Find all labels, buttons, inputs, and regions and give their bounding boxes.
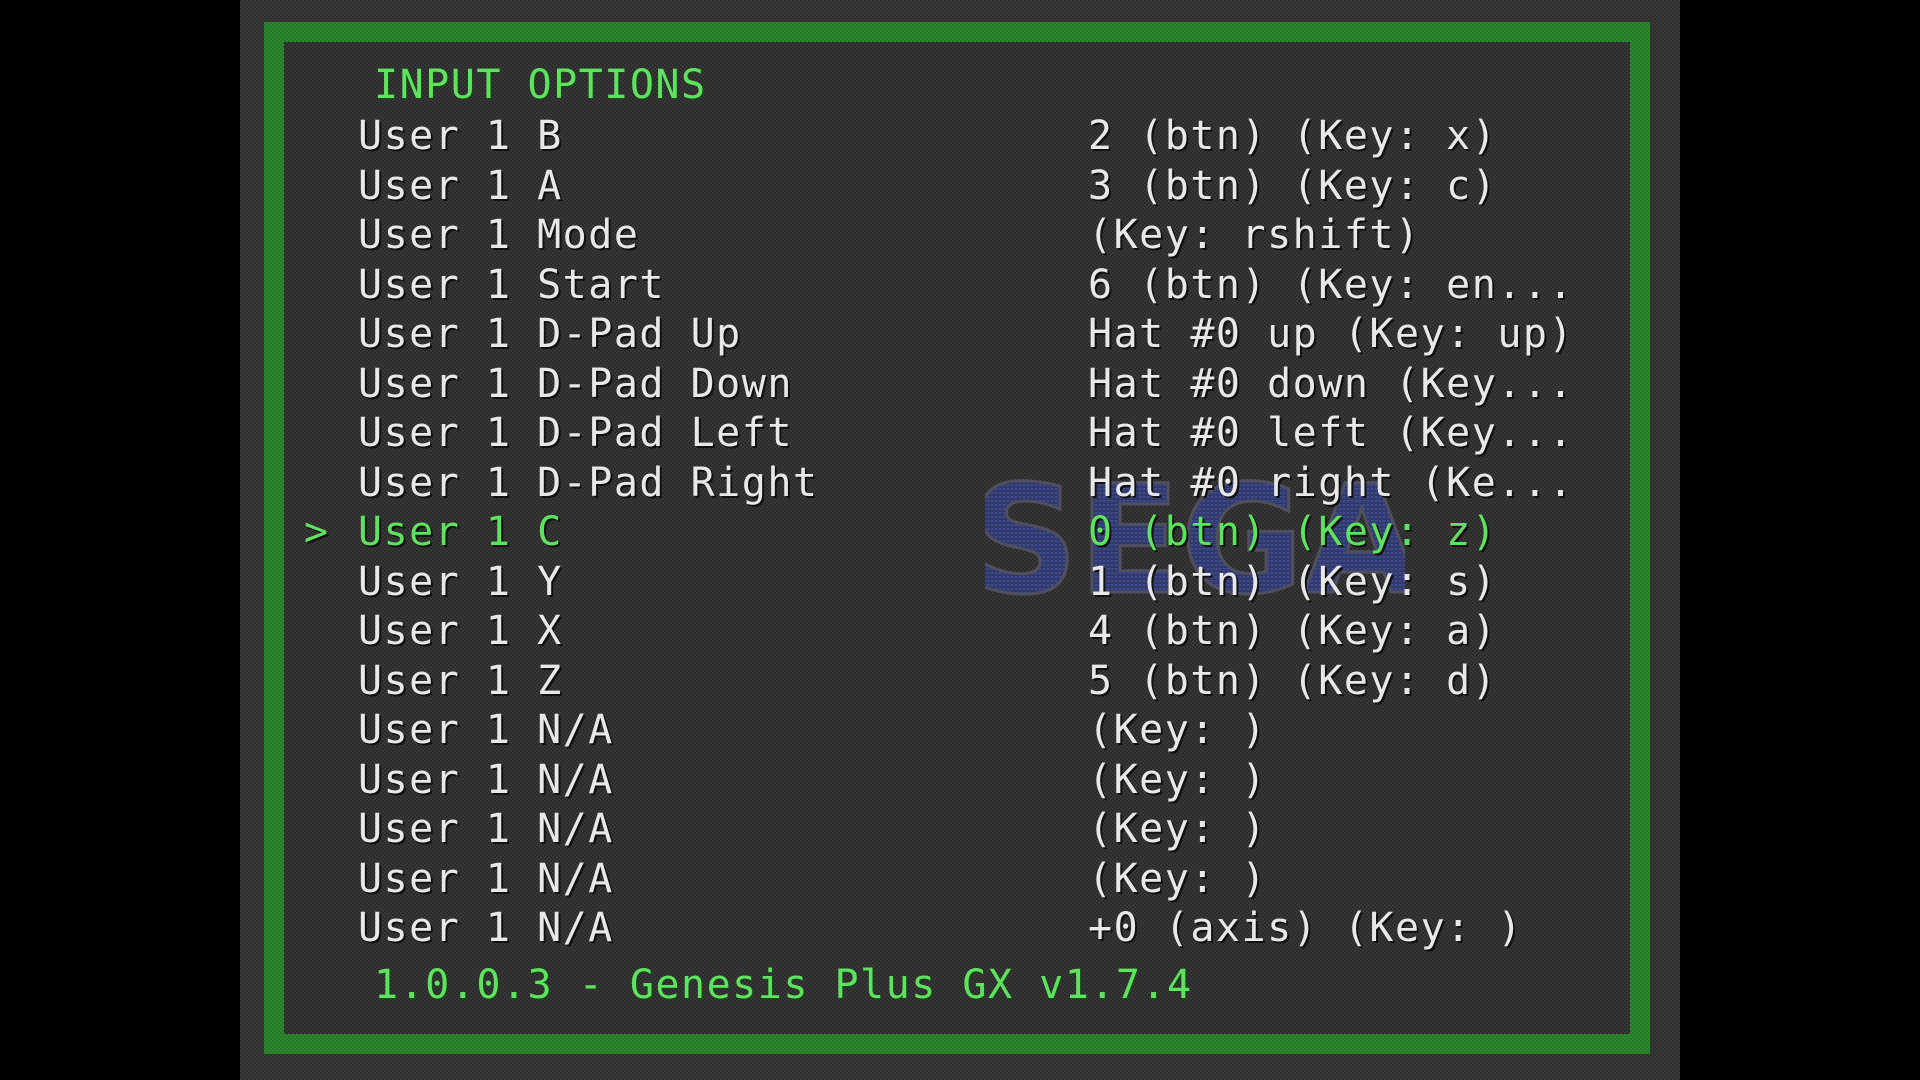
menu-row[interactable]: User 1 D-Pad Up Hat #0 up (Key: up) bbox=[0, 310, 1680, 360]
menu-row[interactable]: User 1 D-Pad Left Hat #0 left (Key... bbox=[0, 409, 1680, 459]
menu-row[interactable]: User 1 A 3 (btn) (Key: c) bbox=[0, 162, 1680, 212]
binding-label: User 1 X bbox=[358, 608, 563, 654]
version-footer: 1.0.0.3 - Genesis Plus GX v1.7.4 bbox=[374, 962, 1193, 1008]
binding-label: User 1 D-Pad Left bbox=[358, 410, 793, 456]
binding-value: +0 (axis) (Key: ) bbox=[1088, 905, 1523, 951]
menu-row[interactable]: User 1 D-Pad Down Hat #0 down (Key... bbox=[0, 360, 1680, 410]
binding-value: 5 (btn) (Key: d) bbox=[1088, 657, 1498, 704]
binding-value: (Key: rshift) bbox=[1088, 212, 1421, 258]
binding-label: User 1 D-Pad Up bbox=[358, 311, 742, 357]
menu-row[interactable]: User 1 X 4 (btn) (Key: a) bbox=[0, 607, 1680, 657]
binding-value: 3 (btn) (Key: c) bbox=[1088, 162, 1498, 209]
binding-value: 6 (btn) (Key: en... bbox=[1088, 261, 1575, 308]
binding-value: Hat #0 up (Key: up) bbox=[1088, 311, 1575, 357]
binding-label: User 1 N/A bbox=[358, 756, 614, 803]
menu-row[interactable]: User 1 N/A (Key: ) bbox=[0, 756, 1680, 806]
binding-label: User 1 N/A bbox=[358, 707, 614, 753]
binding-value: 1 (btn) (Key: s) bbox=[1088, 558, 1498, 605]
menu-row[interactable]: > User 1 C 0 (btn) (Key: z) bbox=[0, 508, 1680, 558]
binding-label: User 1 Start bbox=[358, 261, 665, 308]
binding-value: (Key: ) bbox=[1088, 855, 1268, 902]
binding-value: Hat #0 down (Key... bbox=[1088, 360, 1575, 407]
binding-value: Hat #0 left (Key... bbox=[1088, 410, 1575, 456]
menu-row[interactable]: User 1 N/A +0 (axis) (Key: ) bbox=[0, 904, 1680, 954]
binding-label: User 1 C bbox=[358, 509, 563, 555]
binding-value: (Key: ) bbox=[1088, 707, 1268, 753]
menu-row[interactable]: User 1 Z 5 (btn) (Key: d) bbox=[0, 657, 1680, 707]
binding-label: User 1 N/A bbox=[358, 806, 614, 852]
menu-row[interactable]: User 1 Start 6 (btn) (Key: en... bbox=[0, 261, 1680, 311]
menu-row[interactable]: User 1 N/A (Key: ) bbox=[0, 805, 1680, 855]
input-options-list: User 1 B 2 (btn) (Key: x) User 1 A 3 (btn) … bbox=[0, 112, 1680, 954]
menu-row[interactable]: User 1 N/A (Key: ) bbox=[0, 706, 1680, 756]
binding-value: (Key: ) bbox=[1088, 806, 1268, 852]
binding-value: Hat #0 right (Ke... bbox=[1088, 459, 1575, 506]
menu-row[interactable]: User 1 D-Pad Right Hat #0 right (Ke... bbox=[0, 459, 1680, 509]
binding-label: User 1 Mode bbox=[358, 212, 640, 258]
binding-label: User 1 B bbox=[358, 113, 563, 159]
binding-value: (Key: ) bbox=[1088, 756, 1268, 803]
menu-row[interactable]: User 1 Y 1 (btn) (Key: s) bbox=[0, 558, 1680, 608]
binding-label: User 1 D-Pad Right bbox=[358, 459, 819, 506]
binding-label: User 1 N/A bbox=[358, 905, 614, 951]
menu-row[interactable]: User 1 Mode (Key: rshift) bbox=[0, 211, 1680, 261]
binding-label: User 1 N/A bbox=[358, 855, 614, 902]
binding-value: 2 (btn) (Key: x) bbox=[1088, 113, 1498, 159]
binding-label: User 1 A bbox=[358, 162, 563, 209]
binding-value: 0 (btn) (Key: z) bbox=[1088, 509, 1498, 555]
binding-label: User 1 Y bbox=[358, 558, 563, 605]
menu-row[interactable]: User 1 B 2 (btn) (Key: x) bbox=[0, 112, 1680, 162]
menu-row[interactable]: User 1 N/A (Key: ) bbox=[0, 855, 1680, 905]
binding-label: User 1 Z bbox=[358, 657, 563, 704]
menu-title: INPUT OPTIONS bbox=[374, 62, 707, 108]
binding-label: User 1 D-Pad Down bbox=[358, 360, 793, 407]
selection-cursor-icon: > bbox=[304, 509, 330, 555]
binding-value: 4 (btn) (Key: a) bbox=[1088, 608, 1498, 654]
